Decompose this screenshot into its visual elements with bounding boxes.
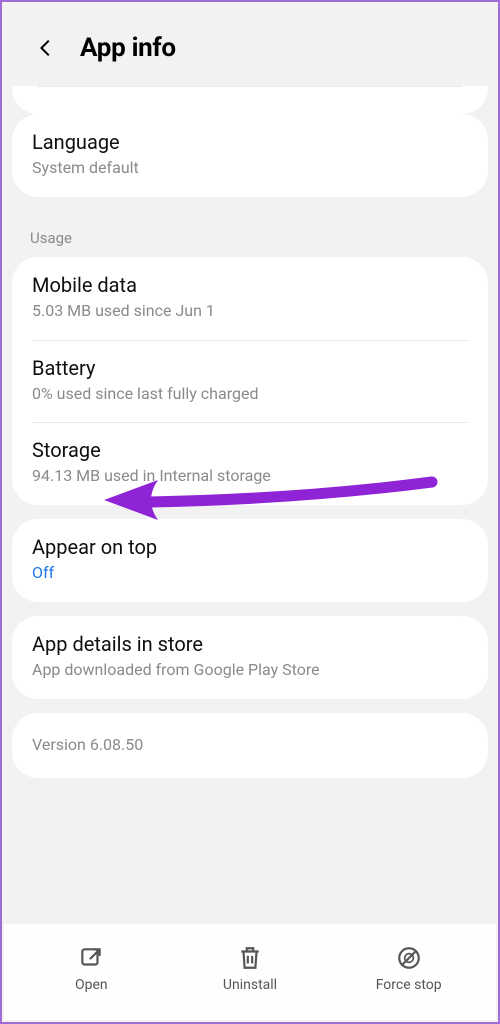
language-title: Language bbox=[32, 130, 468, 154]
page-title: App info bbox=[80, 33, 176, 63]
force-stop-button[interactable]: Force stop bbox=[329, 945, 488, 993]
appear-on-top-title: Appear on top bbox=[32, 535, 468, 559]
battery-row[interactable]: Battery 0% used since last fully charged bbox=[12, 340, 488, 423]
battery-title: Battery bbox=[32, 356, 468, 380]
bottom-action-bar: Open Uninstall Force stop bbox=[4, 924, 496, 1020]
appear-on-top-value: Off bbox=[32, 563, 468, 584]
app-details-sub: App downloaded from Google Play Store bbox=[32, 660, 468, 681]
stop-icon bbox=[396, 945, 422, 971]
language-row[interactable]: Language System default bbox=[12, 114, 488, 197]
uninstall-button[interactable]: Uninstall bbox=[171, 945, 330, 993]
appear-on-top-row[interactable]: Appear on top Off bbox=[12, 519, 488, 602]
force-stop-label: Force stop bbox=[376, 977, 442, 993]
storage-row[interactable]: Storage 94.13 MB used in Internal storag… bbox=[12, 422, 488, 505]
mobile-data-row[interactable]: Mobile data 5.03 MB used since Jun 1 bbox=[12, 257, 488, 340]
usage-section-label: Usage bbox=[2, 211, 498, 257]
mobile-data-sub: 5.03 MB used since Jun 1 bbox=[32, 301, 468, 322]
mobile-data-title: Mobile data bbox=[32, 273, 468, 297]
storage-title: Storage bbox=[32, 438, 468, 462]
open-icon bbox=[78, 945, 104, 971]
language-value: System default bbox=[32, 158, 468, 179]
app-details-row[interactable]: App details in store App downloaded from… bbox=[12, 616, 488, 699]
trash-icon bbox=[237, 945, 263, 971]
version-row: Version 6.08.50 bbox=[12, 713, 488, 778]
battery-sub: 0% used since last fully charged bbox=[32, 384, 468, 405]
storage-sub: 94.13 MB used in Internal storage bbox=[32, 466, 468, 487]
open-button[interactable]: Open bbox=[12, 945, 171, 993]
chevron-left-icon bbox=[35, 37, 57, 59]
open-label: Open bbox=[75, 977, 108, 993]
uninstall-label: Uninstall bbox=[223, 977, 277, 993]
version-text: Version 6.08.50 bbox=[32, 735, 468, 756]
back-button[interactable] bbox=[30, 32, 62, 64]
app-details-title: App details in store bbox=[32, 632, 468, 656]
previous-card-peek bbox=[12, 86, 488, 114]
